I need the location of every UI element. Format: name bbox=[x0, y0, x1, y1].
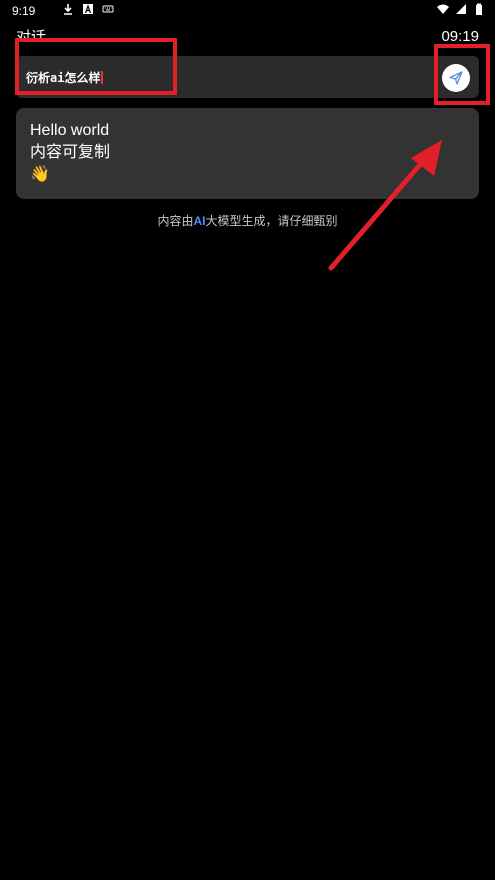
annotation-arrow bbox=[328, 140, 442, 271]
